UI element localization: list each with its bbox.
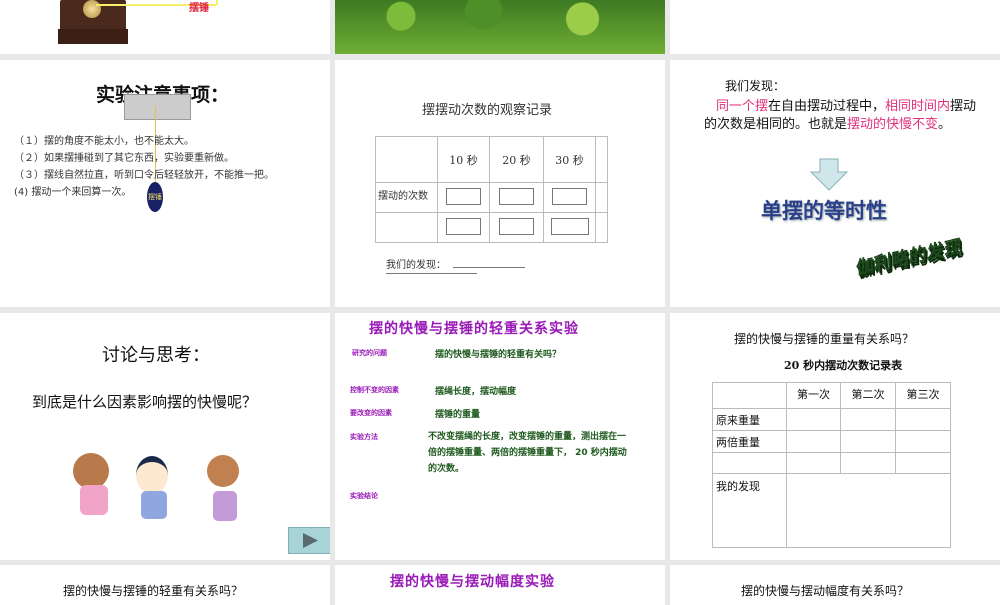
count-input[interactable]: [446, 217, 481, 235]
header-cell: 第二次: [840, 382, 896, 409]
row-value: 摆锤的重量: [435, 410, 481, 420]
table-cell[interactable]: [895, 408, 951, 431]
table-cell[interactable]: [786, 408, 841, 431]
count-input[interactable]: [550, 217, 589, 235]
child-illustration: [207, 455, 239, 487]
wordart-text: 伽利略的发现: [855, 235, 963, 280]
row-label: 要改变的因素: [350, 409, 392, 417]
slide-title: 摆的快慢与摆锤的轻重有关系吗？: [63, 584, 244, 598]
leaves-image: [335, 0, 665, 54]
notes-list: （１）摆的角度不能太小，也不能太大。 （２）如果摆捶碰到了其它东西，实验要重新做…: [14, 135, 299, 199]
row-value: 摆绳长度，摆动幅度: [435, 387, 517, 397]
clock-base: [58, 29, 128, 44]
finding-cell[interactable]: [786, 473, 951, 548]
slide-thumbnail-8[interactable]: 摆的快慢与摆锤的轻重关系实验 研究的问题 摆的快慢与摆锤的轻重有关吗？ 控制不变…: [335, 313, 665, 560]
note-item: (4) 摆动一个来回算一次。: [14, 187, 132, 198]
table-cell[interactable]: [840, 430, 896, 453]
play-icon: [303, 533, 318, 548]
slide-thumbnail-12[interactable]: 摆的快慢与摆动幅度有关系吗？: [670, 565, 1000, 605]
table-cell[interactable]: [895, 430, 951, 453]
slide-thumbnail-9[interactable]: 摆的快慢与摆锤的重量有关系吗？ 20 秒内摆动次数记录表 第一次 第二次 第三次…: [670, 313, 1000, 560]
pointer-line-vertical: [216, 0, 218, 5]
slide-thumbnail-3[interactable]: [670, 0, 1000, 54]
child-illustration: [80, 485, 108, 515]
row-value: 不改变摆绳的长度，改变摆锤的重量，测出摆在一倍的摆锤重量、两倍的摆锤重量下， 2…: [428, 432, 627, 474]
row-label: 两倍重量: [712, 430, 787, 453]
count-input[interactable]: [499, 187, 534, 205]
bob-callout-label: 摆锤: [189, 3, 209, 14]
pendulum-bob-image: [83, 0, 101, 18]
highlight-text: 同一个摆: [716, 99, 769, 114]
header-cell: 30 秒: [543, 136, 596, 183]
count-input[interactable]: [552, 187, 587, 205]
slide-thumbnail-2[interactable]: [335, 0, 665, 54]
highlight-text: 摆动的快慢不变: [847, 117, 939, 132]
down-arrow-icon: [809, 158, 849, 191]
note-item: （１）摆的角度不能太小，也不能太大。: [14, 136, 194, 147]
child-illustration: [141, 491, 167, 519]
table-cell[interactable]: [840, 452, 896, 474]
child-illustration: [73, 453, 109, 489]
row-label: 实验方法: [350, 433, 378, 441]
table-cell[interactable]: [895, 452, 951, 474]
slide-title: 讨论与思考：: [102, 345, 210, 366]
count-input[interactable]: [499, 217, 534, 235]
slide-title: 摆的快慢与摆锤的重量有关系吗？: [734, 332, 915, 346]
pendulum-support: [124, 94, 191, 120]
row-value: 摆的快慢与摆锤的轻重有关吗？: [435, 350, 562, 360]
highlight-text: 相同时间内: [885, 99, 951, 114]
table-cell[interactable]: [840, 408, 896, 431]
header-cell: 第一次: [786, 382, 841, 409]
header-cell: 10 秒: [437, 136, 490, 183]
slide-title: 摆的快慢与摆动幅度实验: [390, 574, 555, 590]
row-label: 控制不变的因素: [350, 386, 399, 394]
row-label: 研究的问题: [352, 349, 387, 357]
finding-line: [453, 267, 525, 268]
next-slide-button[interactable]: [288, 527, 330, 554]
slide-thumbnail-10[interactable]: 摆的快慢与摆锤的轻重有关系吗？: [0, 565, 330, 605]
slide-thumbnail-4[interactable]: 实验注意事项： 摆锤 （１）摆的角度不能太小，也不能太大。 （２）如果摆捶碰到了…: [0, 60, 330, 307]
header-cell: 第三次: [895, 382, 951, 409]
child-illustration: [136, 456, 168, 494]
slide-thumbnail-1[interactable]: 摆锤: [0, 0, 330, 54]
table-cell[interactable]: [786, 452, 841, 474]
note-item: （３）摆线自然拉直，听到口令后轻轻放开，不能推一把。: [14, 170, 274, 181]
table-cell[interactable]: [786, 430, 841, 453]
paragraph-text: 。: [938, 117, 952, 132]
paragraph-text: 在自由摆动过程中，: [768, 99, 886, 114]
question-text: 到底是什么因素影响摆的快慢呢？: [32, 393, 258, 411]
slide-title: 摆的快慢与摆动幅度有关系吗？: [741, 584, 910, 598]
slide-title: 摆摆动次数的观察记录: [422, 103, 553, 118]
row-label: 原来重量: [712, 408, 787, 431]
header-cell: 20 秒: [489, 136, 544, 183]
finding-paragraph: 同一个摆在自由摆动过程中，相同时间内摆动的次数是相同的。也就是摆动的快慢不变。: [704, 98, 984, 134]
note-item: （２）如果摆捶碰到了其它东西，实验要重新做。: [14, 153, 234, 164]
slide-heading: 单摆的等时性: [761, 199, 887, 223]
child-illustration: [213, 491, 237, 521]
table-caption: 20 秒内摆动次数记录表: [784, 359, 903, 372]
slide-thumbnail-7[interactable]: 讨论与思考： 到底是什么因素影响摆的快慢呢？: [0, 313, 330, 560]
row-label: 摆动的次数: [375, 182, 438, 213]
finding-line: [386, 273, 477, 274]
row-label: [712, 452, 787, 474]
finding-label: 我的发现: [712, 473, 787, 548]
finding-label: 我们的发现：: [386, 260, 446, 271]
intro-text: 我们发现：: [725, 79, 786, 93]
weight-record-table: 第一次 第二次 第三次 原来重量 两倍重量 我的发现: [712, 382, 951, 548]
slide-thumbnail-5[interactable]: 摆摆动次数的观察记录 10 秒 20 秒 30 秒 摆动的次数 我们的发现：: [335, 60, 665, 307]
slide-title: 摆的快慢与摆锤的轻重关系实验: [369, 321, 579, 337]
slide-thumbnail-11[interactable]: 摆的快慢与摆动幅度实验: [335, 565, 665, 605]
slide-thumbnail-6[interactable]: 我们发现： 同一个摆在自由摆动过程中，相同时间内摆动的次数是相同的。也就是摆动的…: [670, 60, 1000, 307]
observation-table: 10 秒 20 秒 30 秒 摆动的次数: [375, 136, 608, 243]
count-input[interactable]: [446, 187, 481, 205]
row-label: 实验结论: [350, 492, 378, 500]
